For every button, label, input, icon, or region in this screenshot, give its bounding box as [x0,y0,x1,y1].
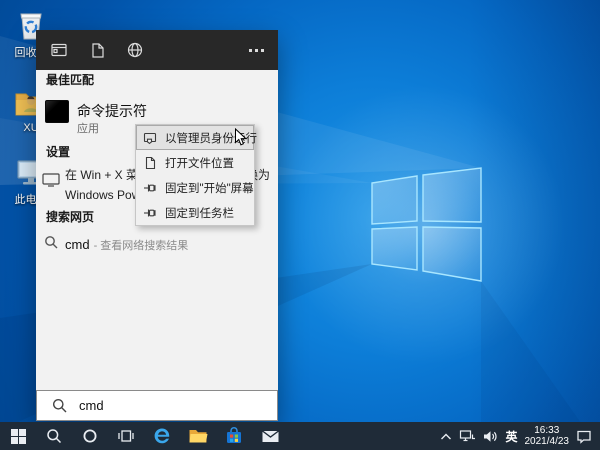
result-subtitle: 应用 [77,120,99,136]
system-tray: 英 16:33 2021/4/23 [440,422,600,450]
file-explorer-icon [188,427,208,445]
search-icon [46,428,62,444]
clock-time: 16:33 [525,425,570,436]
store-icon [224,426,244,446]
settings-header: 设置 [46,143,70,160]
apps-filter-icon[interactable] [50,41,68,59]
volume-icon[interactable] [483,430,498,443]
web-hint: - 查看网络搜索结果 [94,240,189,252]
menu-item-pin-to-start[interactable]: 固定到"开始"屏幕 [136,175,254,200]
more-options-icon[interactable] [249,49,264,52]
menu-item-pin-to-taskbar[interactable]: 固定到任务栏 [136,200,254,225]
taskbar: 英 16:33 2021/4/23 [0,422,600,450]
action-center-icon[interactable] [576,429,592,444]
mouse-cursor [234,128,247,147]
edge-button[interactable] [144,422,180,450]
mail-button[interactable] [252,422,288,450]
run-as-admin-icon [143,131,157,145]
cortana-icon [82,428,98,444]
search-web-header: 搜索网页 [46,208,94,225]
cortana-button[interactable] [72,422,108,450]
search-icon [44,235,58,254]
web-filter-icon[interactable] [126,41,144,59]
search-input-value: cmd [79,398,104,413]
best-match-header: 最佳匹配 [46,71,94,88]
display-settings-icon [42,173,60,192]
search-icon [52,398,67,413]
result-title: 命令提示符 [77,101,147,121]
mail-icon [261,429,280,444]
network-icon[interactable] [459,429,476,443]
pin-icon [143,206,157,220]
edge-icon [152,426,172,446]
start-button[interactable] [0,422,36,450]
pin-icon [143,181,157,195]
open-file-location-icon [143,156,157,170]
menu-item-open-file-location[interactable]: 打开文件位置 [136,150,254,175]
clock-date: 2021/4/23 [525,436,570,447]
command-prompt-icon [45,100,69,123]
show-hidden-icons-chevron[interactable] [440,432,452,441]
search-filter-tabs [36,30,278,70]
store-button[interactable] [216,422,252,450]
web-query: cmd [65,237,90,252]
documents-filter-icon[interactable] [88,41,106,59]
task-view-button[interactable] [108,422,144,450]
file-explorer-button[interactable] [180,422,216,450]
task-view-icon [117,428,135,444]
ime-language-indicator[interactable]: 英 [505,428,517,445]
windows-logo-icon [11,429,26,444]
search-input[interactable]: cmd [36,390,278,421]
taskbar-search-button[interactable] [36,422,72,450]
taskbar-clock[interactable]: 16:33 2021/4/23 [525,425,570,447]
